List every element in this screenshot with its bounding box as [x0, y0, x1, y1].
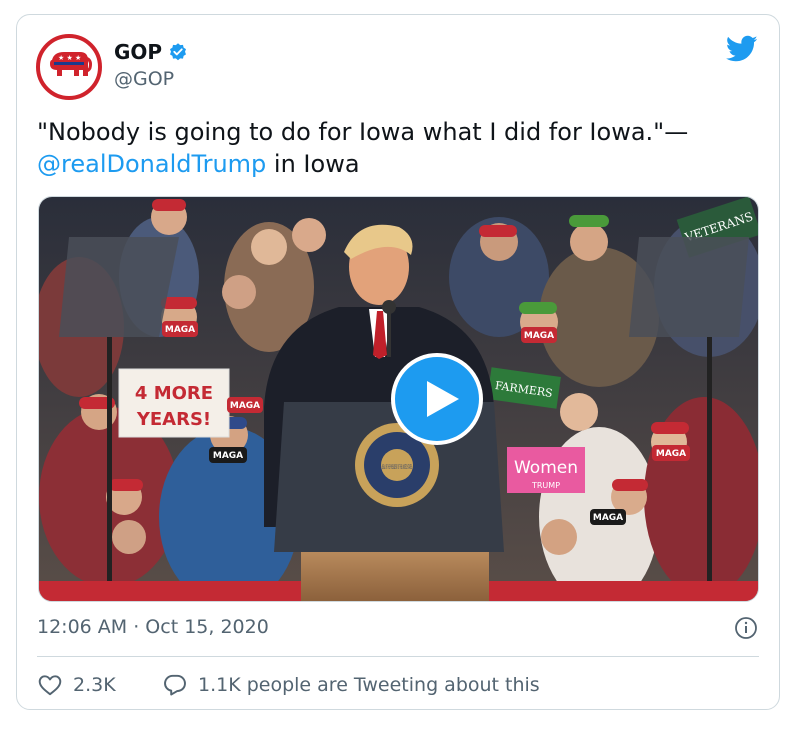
podium: SEAL OF THE PRESIDENT OF THE UNITED STAT… — [274, 402, 504, 601]
sign-four-more-text: 4 MORE — [135, 383, 213, 404]
sign-years-text: YEARS! — [136, 409, 211, 430]
like-action[interactable]: 2.3K — [37, 672, 116, 698]
sign-women-text: Women — [514, 458, 578, 478]
tweet-timestamp[interactable]: 12:06 AM · Oct 15, 2020 — [37, 616, 269, 638]
gop-elephant-logo: ★ ★ ★ — [50, 52, 92, 76]
sign-four-more-years: 4 MORE YEARS! — [118, 368, 230, 438]
video-thumbnail[interactable]: 4 MORE YEARS! Women TRUMP FARMERS VETERA… — [38, 196, 759, 602]
sign-women-for-trump: Women TRUMP — [507, 447, 585, 493]
seal-text: SEAL OF THE PRESIDENT OF THE UNITED STAT… — [382, 464, 412, 471]
divider — [37, 656, 759, 657]
heart-icon — [38, 675, 62, 696]
stage-bunting-left — [39, 581, 301, 601]
play-button[interactable] — [391, 353, 483, 445]
maga-mask-text-1: MAGA — [165, 325, 195, 335]
verified-badge-icon — [170, 43, 187, 61]
like-count: 2.3K — [73, 674, 116, 696]
gop-avatar[interactable]: ★ ★ ★ — [36, 34, 102, 100]
tweet-text-post: in Iowa — [266, 150, 360, 178]
tweeting-count: 1.1K people are Tweeting about this — [198, 674, 540, 696]
account-name[interactable]: GOP — [114, 40, 162, 64]
twitter-bird-icon[interactable] — [726, 35, 758, 63]
play-icon — [427, 381, 459, 417]
info-icon[interactable] — [734, 616, 758, 640]
account-handle[interactable]: @GOP — [114, 68, 174, 90]
reply-bubble-icon — [164, 674, 186, 696]
maga-mask-text-6: MAGA — [230, 401, 260, 411]
account-name-row: GOP — [114, 40, 188, 64]
reply-action[interactable]: 1.1K people are Tweeting about this — [162, 672, 540, 698]
tweet-text-pre: "Nobody is going to do for Iowa what I d… — [37, 118, 689, 146]
maga-mask-text-4: MAGA — [656, 449, 686, 459]
mention-link[interactable]: @realDonaldTrump — [37, 150, 266, 178]
stage-bunting-right — [489, 581, 758, 601]
sign-women-sub-text: TRUMP — [531, 481, 560, 490]
svg-text:★ ★ ★: ★ ★ ★ — [58, 54, 81, 62]
maga-mask-text-5: MAGA — [593, 513, 623, 523]
maga-mask-text-3: MAGA — [213, 451, 243, 461]
maga-mask-text-2: MAGA — [524, 331, 554, 341]
tweet-text: "Nobody is going to do for Iowa what I d… — [37, 116, 737, 180]
